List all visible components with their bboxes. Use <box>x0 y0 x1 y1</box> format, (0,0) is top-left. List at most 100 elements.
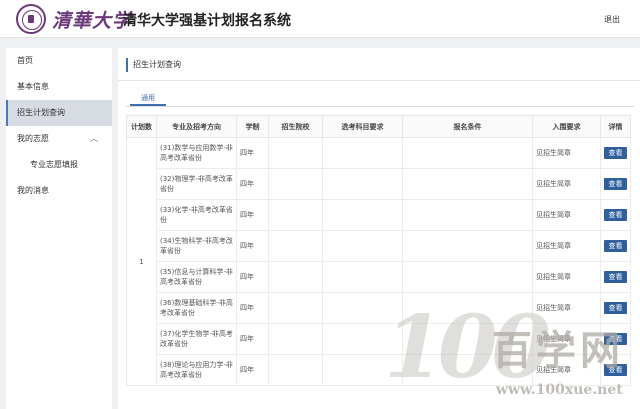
sidebar-item-my-choices[interactable]: 我的志愿 ︿ <box>6 126 112 152</box>
view-button[interactable]: 查看 <box>604 178 627 190</box>
school-cell <box>268 137 323 169</box>
sidebar-item-basic-info[interactable]: 基本信息 <box>6 74 112 100</box>
logout-link[interactable]: 退出 <box>604 14 620 25</box>
shortlist-requirement-cell: 见招生简章 <box>532 323 601 355</box>
details-cell: 查看 <box>600 230 631 262</box>
column-header: 招生院校 <box>268 115 323 138</box>
application-condition-cell <box>402 230 533 262</box>
major-cell: (32)物理学-非高考改革省份 <box>156 168 237 200</box>
details-cell: 查看 <box>600 168 631 200</box>
application-condition-cell <box>402 199 533 231</box>
details-cell: 查看 <box>600 199 631 231</box>
table-row: (37)化学生物学-非高考改革省份 四年 见招生简章 查看 <box>127 323 631 355</box>
school-cell <box>268 354 323 386</box>
shortlist-requirement-cell: 见招生简章 <box>532 168 601 200</box>
details-cell: 查看 <box>600 137 631 169</box>
page-title: 招生计划查询 <box>126 58 181 72</box>
subject-requirement-cell <box>322 230 403 262</box>
table-row: (32)物理学-非高考改革省份 四年 见招生简章 查看 <box>127 168 631 200</box>
subject-requirement-cell <box>322 261 403 293</box>
sidebar-item-major-choice-fill[interactable]: 专业志愿填报 <box>6 152 112 178</box>
tsinghua-wordmark: 清華大学 <box>52 10 133 32</box>
view-button[interactable]: 查看 <box>604 271 627 283</box>
major-cell: (35)信息与计算科学-非高考改革省份 <box>156 261 237 293</box>
shortlist-requirement-cell: 见招生简章 <box>532 137 601 169</box>
sidebar-item-label: 基本信息 <box>17 82 49 91</box>
subject-requirement-cell <box>322 292 403 324</box>
sidebar-item-label: 专业志愿填报 <box>30 160 78 169</box>
subject-requirement-cell <box>322 137 403 169</box>
duration-cell: 四年 <box>236 354 269 386</box>
tab-general[interactable]: 通用 <box>130 92 166 106</box>
column-header: 计划数 <box>126 115 157 138</box>
application-condition-cell <box>402 292 533 324</box>
school-cell <box>268 292 323 324</box>
school-cell <box>268 323 323 355</box>
column-header: 学制 <box>236 115 269 138</box>
top-header: 清華大学 清华大学强基计划报名系统 退出 <box>0 0 640 38</box>
column-header: 专业及招考方向 <box>156 115 237 138</box>
sidebar-item-label: 招生计划查询 <box>17 108 65 117</box>
major-cell: (33)化学-非高考改革省份 <box>156 199 237 231</box>
shortlist-requirement-cell: 见招生简章 <box>532 199 601 231</box>
sidebar-item-home[interactable]: 首页 <box>6 48 112 74</box>
sidebar: 首页 基本信息 招生计划查询 我的志愿 ︿ 专业志愿填报 我的消息 <box>6 48 112 409</box>
view-button[interactable]: 查看 <box>604 209 627 221</box>
major-cell: (36)数理基础科学-非高考改革省份 <box>156 292 237 324</box>
duration-cell: 四年 <box>236 323 269 355</box>
sidebar-item-my-messages[interactable]: 我的消息 <box>6 178 112 204</box>
table-row: (34)生物科学-非高考改革省份 四年 见招生简章 查看 <box>127 230 631 262</box>
details-cell: 查看 <box>600 323 631 355</box>
application-condition-cell <box>402 168 533 200</box>
view-button[interactable]: 查看 <box>604 364 627 376</box>
duration-cell: 四年 <box>236 261 269 293</box>
sidebar-item-label: 首页 <box>17 56 33 65</box>
divider <box>118 80 640 81</box>
table-row: (38)理论与应用力学-非高考改革省份 四年 见招生简章 查看 <box>127 354 631 386</box>
chevron-up-icon: ︿ <box>90 134 98 143</box>
school-cell <box>268 168 323 200</box>
details-cell: 查看 <box>600 261 631 293</box>
school-cell <box>268 261 323 293</box>
application-condition-cell <box>402 137 533 169</box>
major-cell: (34)生物科学-非高考改革省份 <box>156 230 237 262</box>
duration-cell: 四年 <box>236 137 269 169</box>
table-row: (35)信息与计算科学-非高考改革省份 四年 见招生简章 查看 <box>127 261 631 293</box>
shortlist-requirement-cell: 见招生简章 <box>532 292 601 324</box>
table-row: (36)数理基础科学-非高考改革省份 四年 见招生简章 查看 <box>127 292 631 324</box>
shortlist-requirement-cell: 见招生简章 <box>532 261 601 293</box>
sidebar-item-label: 我的志愿 <box>17 134 49 143</box>
tab-divider <box>126 106 634 107</box>
duration-cell: 四年 <box>236 199 269 231</box>
main-panel: 招生计划查询 通用 计划数 专业及招考方向 学制 招生院校 选考科目要求 报名条… <box>118 48 640 409</box>
view-button[interactable]: 查看 <box>604 333 627 345</box>
subject-requirement-cell <box>322 168 403 200</box>
column-header: 详情 <box>600 115 631 138</box>
application-condition-cell <box>402 354 533 386</box>
plan-table: 计划数 专业及招考方向 学制 招生院校 选考科目要求 报名条件 入围要求 详情 … <box>126 115 631 386</box>
plan-count-cell: 1 <box>126 137 157 386</box>
table-row: 1 (31)数学与应用数学-非高考改革省份 四年 见招生简章 查看 <box>126 137 631 386</box>
system-title: 清华大学强基计划报名系统 <box>123 13 291 29</box>
view-button[interactable]: 查看 <box>604 240 627 252</box>
school-cell <box>268 199 323 231</box>
application-condition-cell <box>402 323 533 355</box>
duration-cell: 四年 <box>236 230 269 262</box>
major-cell: (37)化学生物学-非高考改革省份 <box>156 323 237 355</box>
tsinghua-seal-logo <box>16 4 46 34</box>
shortlist-requirement-cell: 见招生简章 <box>532 354 601 386</box>
sidebar-item-plan-query[interactable]: 招生计划查询 <box>6 100 112 126</box>
column-header: 报名条件 <box>402 115 533 138</box>
major-cell: (38)理论与应用力学-非高考改革省份 <box>156 354 237 386</box>
sidebar-item-label: 我的消息 <box>17 186 49 195</box>
column-header: 入围要求 <box>532 115 601 138</box>
subject-requirement-cell <box>322 354 403 386</box>
duration-cell: 四年 <box>236 168 269 200</box>
view-button[interactable]: 查看 <box>604 302 627 314</box>
shortlist-requirement-cell: 见招生简章 <box>532 230 601 262</box>
view-button[interactable]: 查看 <box>604 147 627 159</box>
table-header-row: 计划数 专业及招考方向 学制 招生院校 选考科目要求 报名条件 入围要求 详情 <box>126 115 631 138</box>
duration-cell: 四年 <box>236 292 269 324</box>
column-header: 选考科目要求 <box>322 115 403 138</box>
subject-requirement-cell <box>322 323 403 355</box>
